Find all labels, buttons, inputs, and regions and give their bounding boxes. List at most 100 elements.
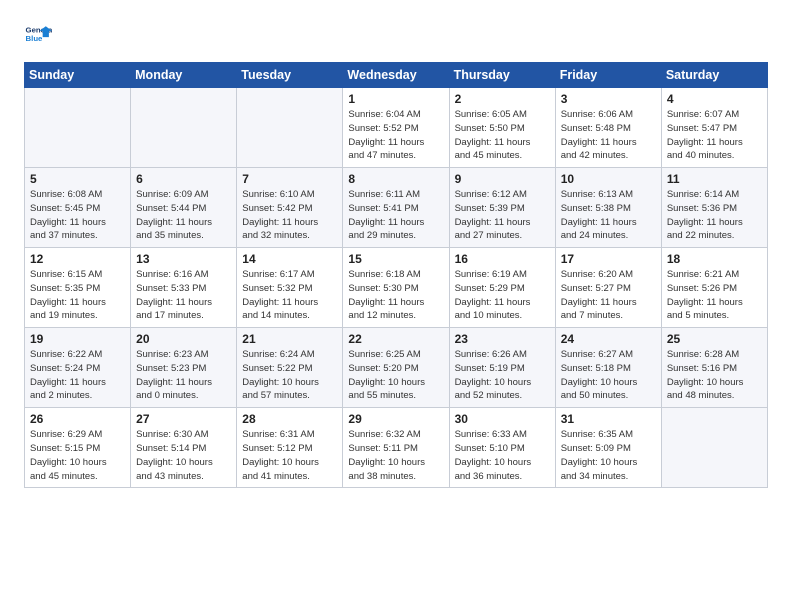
calendar-cell: 9 Sunrise: 6:12 AM Sunset: 5:39 PM Daylig… — [449, 168, 555, 248]
day-number: 30 — [455, 412, 550, 426]
day-info: Sunrise: 6:30 AM Sunset: 5:14 PM Dayligh… — [136, 428, 231, 483]
calendar-cell: 3 Sunrise: 6:06 AM Sunset: 5:48 PM Daylig… — [555, 88, 661, 168]
calendar-cell: 26 Sunrise: 6:29 AM Sunset: 5:15 PM Dayli… — [25, 408, 131, 488]
calendar-cell: 5Sunrise: 6:08 AM Sunset: 5:45 PM Daylig… — [25, 168, 131, 248]
day-number: 3 — [561, 92, 656, 106]
col-saturday: Saturday — [661, 63, 767, 88]
day-info: Sunrise: 6:15 AM Sunset: 5:35 PM Dayligh… — [30, 268, 125, 323]
calendar-cell — [237, 88, 343, 168]
day-info: Sunrise: 6:11 AM Sunset: 5:41 PM Dayligh… — [348, 188, 443, 243]
day-info: Sunrise: 6:12 AM Sunset: 5:39 PM Dayligh… — [455, 188, 550, 243]
day-info: Sunrise: 6:35 AM Sunset: 5:09 PM Dayligh… — [561, 428, 656, 483]
day-number: 23 — [455, 332, 550, 346]
day-number: 11 — [667, 172, 762, 186]
day-info: Sunrise: 6:04 AM Sunset: 5:52 PM Dayligh… — [348, 108, 443, 163]
day-info: Sunrise: 6:32 AM Sunset: 5:11 PM Dayligh… — [348, 428, 443, 483]
day-info: Sunrise: 6:33 AM Sunset: 5:10 PM Dayligh… — [455, 428, 550, 483]
day-info: Sunrise: 6:27 AM Sunset: 5:18 PM Dayligh… — [561, 348, 656, 403]
calendar-cell: 20Sunrise: 6:23 AM Sunset: 5:23 PM Dayli… — [131, 328, 237, 408]
day-info: Sunrise: 6:05 AM Sunset: 5:50 PM Dayligh… — [455, 108, 550, 163]
day-number: 28 — [242, 412, 337, 426]
day-number: 12 — [30, 252, 125, 266]
day-number: 6 — [136, 172, 231, 186]
day-number: 17 — [561, 252, 656, 266]
calendar-cell: 13Sunrise: 6:16 AM Sunset: 5:33 PM Dayli… — [131, 248, 237, 328]
day-info: Sunrise: 6:25 AM Sunset: 5:20 PM Dayligh… — [348, 348, 443, 403]
day-info: Sunrise: 6:21 AM Sunset: 5:26 PM Dayligh… — [667, 268, 762, 323]
calendar-cell: 8 Sunrise: 6:11 AM Sunset: 5:41 PM Daylig… — [343, 168, 449, 248]
day-info: Sunrise: 6:22 AM Sunset: 5:24 PM Dayligh… — [30, 348, 125, 403]
day-number: 14 — [242, 252, 337, 266]
calendar-week-row: 19 Sunrise: 6:22 AM Sunset: 5:24 PM Dayli… — [25, 328, 768, 408]
logo-icon: General Blue — [24, 20, 52, 48]
day-info: Sunrise: 6:20 AM Sunset: 5:27 PM Dayligh… — [561, 268, 656, 323]
col-friday: Friday — [555, 63, 661, 88]
calendar-cell — [25, 88, 131, 168]
day-number: 24 — [561, 332, 656, 346]
day-info: Sunrise: 6:23 AM Sunset: 5:23 PM Dayligh… — [136, 348, 231, 403]
day-info: Sunrise: 6:18 AM Sunset: 5:30 PM Dayligh… — [348, 268, 443, 323]
calendar-cell: 22 Sunrise: 6:25 AM Sunset: 5:20 PM Dayli… — [343, 328, 449, 408]
day-info: Sunrise: 6:29 AM Sunset: 5:15 PM Dayligh… — [30, 428, 125, 483]
day-info: Sunrise: 6:26 AM Sunset: 5:19 PM Dayligh… — [455, 348, 550, 403]
calendar-page: General Blue Sunday Monday Tuesday Wedne… — [0, 0, 792, 612]
day-number: 15 — [348, 252, 443, 266]
day-number: 8 — [348, 172, 443, 186]
day-number: 31 — [561, 412, 656, 426]
day-number: 9 — [455, 172, 550, 186]
header: General Blue — [24, 20, 768, 48]
day-info: Sunrise: 6:06 AM Sunset: 5:48 PM Dayligh… — [561, 108, 656, 163]
calendar-cell: 17 Sunrise: 6:20 AM Sunset: 5:27 PM Dayli… — [555, 248, 661, 328]
calendar-cell: 1 Sunrise: 6:04 AM Sunset: 5:52 PM Daylig… — [343, 88, 449, 168]
calendar-cell: 18 Sunrise: 6:21 AM Sunset: 5:26 PM Dayli… — [661, 248, 767, 328]
col-tuesday: Tuesday — [237, 63, 343, 88]
day-info: Sunrise: 6:31 AM Sunset: 5:12 PM Dayligh… — [242, 428, 337, 483]
calendar-cell: 29 Sunrise: 6:32 AM Sunset: 5:11 PM Dayli… — [343, 408, 449, 488]
calendar-cell — [661, 408, 767, 488]
calendar-cell: 6 Sunrise: 6:09 AM Sunset: 5:44 PM Daylig… — [131, 168, 237, 248]
calendar-cell: 21Sunrise: 6:24 AM Sunset: 5:22 PM Dayli… — [237, 328, 343, 408]
day-number: 7 — [242, 172, 337, 186]
calendar-cell: 30 Sunrise: 6:33 AM Sunset: 5:10 PM Dayli… — [449, 408, 555, 488]
day-info: Sunrise: 6:07 AM Sunset: 5:47 PM Dayligh… — [667, 108, 762, 163]
day-number: 13 — [136, 252, 231, 266]
day-info: Sunrise: 6:13 AM Sunset: 5:38 PM Dayligh… — [561, 188, 656, 243]
day-info: Sunrise: 6:17 AM Sunset: 5:32 PM Dayligh… — [242, 268, 337, 323]
calendar-cell: 10 Sunrise: 6:13 AM Sunset: 5:38 PM Dayli… — [555, 168, 661, 248]
calendar-week-row: 5Sunrise: 6:08 AM Sunset: 5:45 PM Daylig… — [25, 168, 768, 248]
calendar-cell: 7 Sunrise: 6:10 AM Sunset: 5:42 PM Daylig… — [237, 168, 343, 248]
calendar-cell: 14 Sunrise: 6:17 AM Sunset: 5:32 PM Dayli… — [237, 248, 343, 328]
day-number: 4 — [667, 92, 762, 106]
day-number: 25 — [667, 332, 762, 346]
day-info: Sunrise: 6:08 AM Sunset: 5:45 PM Dayligh… — [30, 188, 125, 243]
day-info: Sunrise: 6:09 AM Sunset: 5:44 PM Dayligh… — [136, 188, 231, 243]
day-info: Sunrise: 6:10 AM Sunset: 5:42 PM Dayligh… — [242, 188, 337, 243]
calendar-cell: 27Sunrise: 6:30 AM Sunset: 5:14 PM Dayli… — [131, 408, 237, 488]
day-info: Sunrise: 6:24 AM Sunset: 5:22 PM Dayligh… — [242, 348, 337, 403]
day-number: 18 — [667, 252, 762, 266]
col-monday: Monday — [131, 63, 237, 88]
day-number: 22 — [348, 332, 443, 346]
calendar-cell: 28 Sunrise: 6:31 AM Sunset: 5:12 PM Dayli… — [237, 408, 343, 488]
calendar-cell: 23 Sunrise: 6:26 AM Sunset: 5:19 PM Dayli… — [449, 328, 555, 408]
day-number: 2 — [455, 92, 550, 106]
day-number: 16 — [455, 252, 550, 266]
calendar-cell: 16 Sunrise: 6:19 AM Sunset: 5:29 PM Dayli… — [449, 248, 555, 328]
col-sunday: Sunday — [25, 63, 131, 88]
day-number: 10 — [561, 172, 656, 186]
logo: General Blue — [24, 20, 56, 48]
svg-text:Blue: Blue — [26, 34, 44, 43]
day-info: Sunrise: 6:14 AM Sunset: 5:36 PM Dayligh… — [667, 188, 762, 243]
col-wednesday: Wednesday — [343, 63, 449, 88]
day-number: 26 — [30, 412, 125, 426]
calendar-cell — [131, 88, 237, 168]
day-number: 1 — [348, 92, 443, 106]
calendar-header-row: Sunday Monday Tuesday Wednesday Thursday… — [25, 63, 768, 88]
calendar-cell: 4 Sunrise: 6:07 AM Sunset: 5:47 PM Daylig… — [661, 88, 767, 168]
calendar-cell: 11 Sunrise: 6:14 AM Sunset: 5:36 PM Dayli… — [661, 168, 767, 248]
calendar-cell: 31 Sunrise: 6:35 AM Sunset: 5:09 PM Dayli… — [555, 408, 661, 488]
col-thursday: Thursday — [449, 63, 555, 88]
day-info: Sunrise: 6:19 AM Sunset: 5:29 PM Dayligh… — [455, 268, 550, 323]
day-number: 19 — [30, 332, 125, 346]
day-number: 29 — [348, 412, 443, 426]
